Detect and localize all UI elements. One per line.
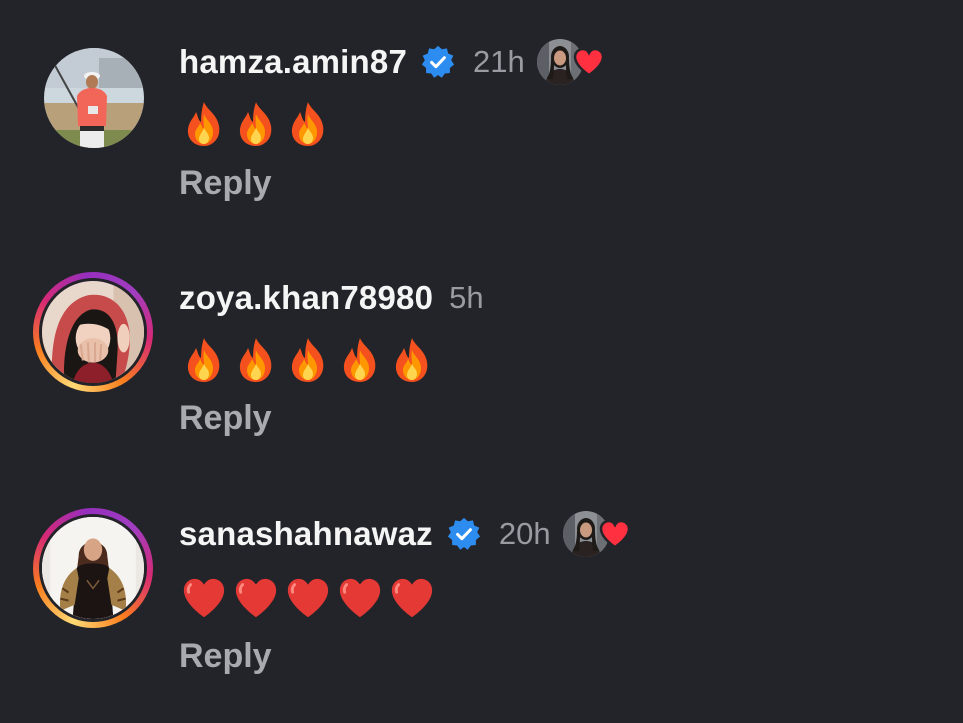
fire-emoji-icon xyxy=(389,336,435,384)
comment-header: zoya.khan78980 5h xyxy=(179,273,484,323)
timestamp: 5h xyxy=(449,280,484,315)
fire-emoji-icon xyxy=(285,336,331,384)
comment-text xyxy=(181,100,331,148)
fire-emoji-icon xyxy=(181,100,227,148)
avatar-image xyxy=(39,514,147,622)
fire-emoji-icon xyxy=(285,100,331,148)
fire-emoji-icon xyxy=(337,336,383,384)
red-heart-emoji-icon xyxy=(337,574,383,622)
red-heart-emoji-icon xyxy=(389,574,435,622)
timestamp: 21h xyxy=(473,44,525,79)
comment-header: hamza.amin87 21h xyxy=(179,37,603,87)
avatar-story-ring[interactable] xyxy=(33,508,153,628)
avatar-story-ring[interactable] xyxy=(33,272,153,392)
fire-emoji-icon xyxy=(181,336,227,384)
comment-text xyxy=(181,336,435,384)
fire-emoji-icon xyxy=(233,100,279,148)
username[interactable]: sanashahnawaz xyxy=(179,515,433,553)
verified-badge-icon xyxy=(447,517,481,551)
red-heart-emoji-icon xyxy=(233,574,279,622)
heart-icon xyxy=(573,47,605,77)
reply-button[interactable]: Reply xyxy=(179,164,272,203)
username[interactable]: zoya.khan78980 xyxy=(179,279,433,317)
comment-text xyxy=(181,574,435,622)
reply-button[interactable]: Reply xyxy=(179,399,272,438)
liked-by-author-indicator xyxy=(563,511,629,557)
avatar[interactable] xyxy=(39,43,149,153)
fire-emoji-icon xyxy=(233,336,279,384)
heart-icon xyxy=(599,519,631,549)
verified-badge-icon xyxy=(421,45,455,79)
avatar-image xyxy=(39,278,147,386)
comments-list: hamza.amin87 21h Reply zoya.khan78980 5h… xyxy=(0,0,963,723)
username[interactable]: hamza.amin87 xyxy=(179,43,407,81)
timestamp: 20h xyxy=(498,516,551,551)
comment-header: sanashahnawaz 20h xyxy=(179,509,629,559)
red-heart-emoji-icon xyxy=(181,574,227,622)
liked-by-author-indicator xyxy=(537,39,603,85)
reply-button[interactable]: Reply xyxy=(179,637,272,676)
red-heart-emoji-icon xyxy=(285,574,331,622)
avatar-image xyxy=(44,48,144,148)
